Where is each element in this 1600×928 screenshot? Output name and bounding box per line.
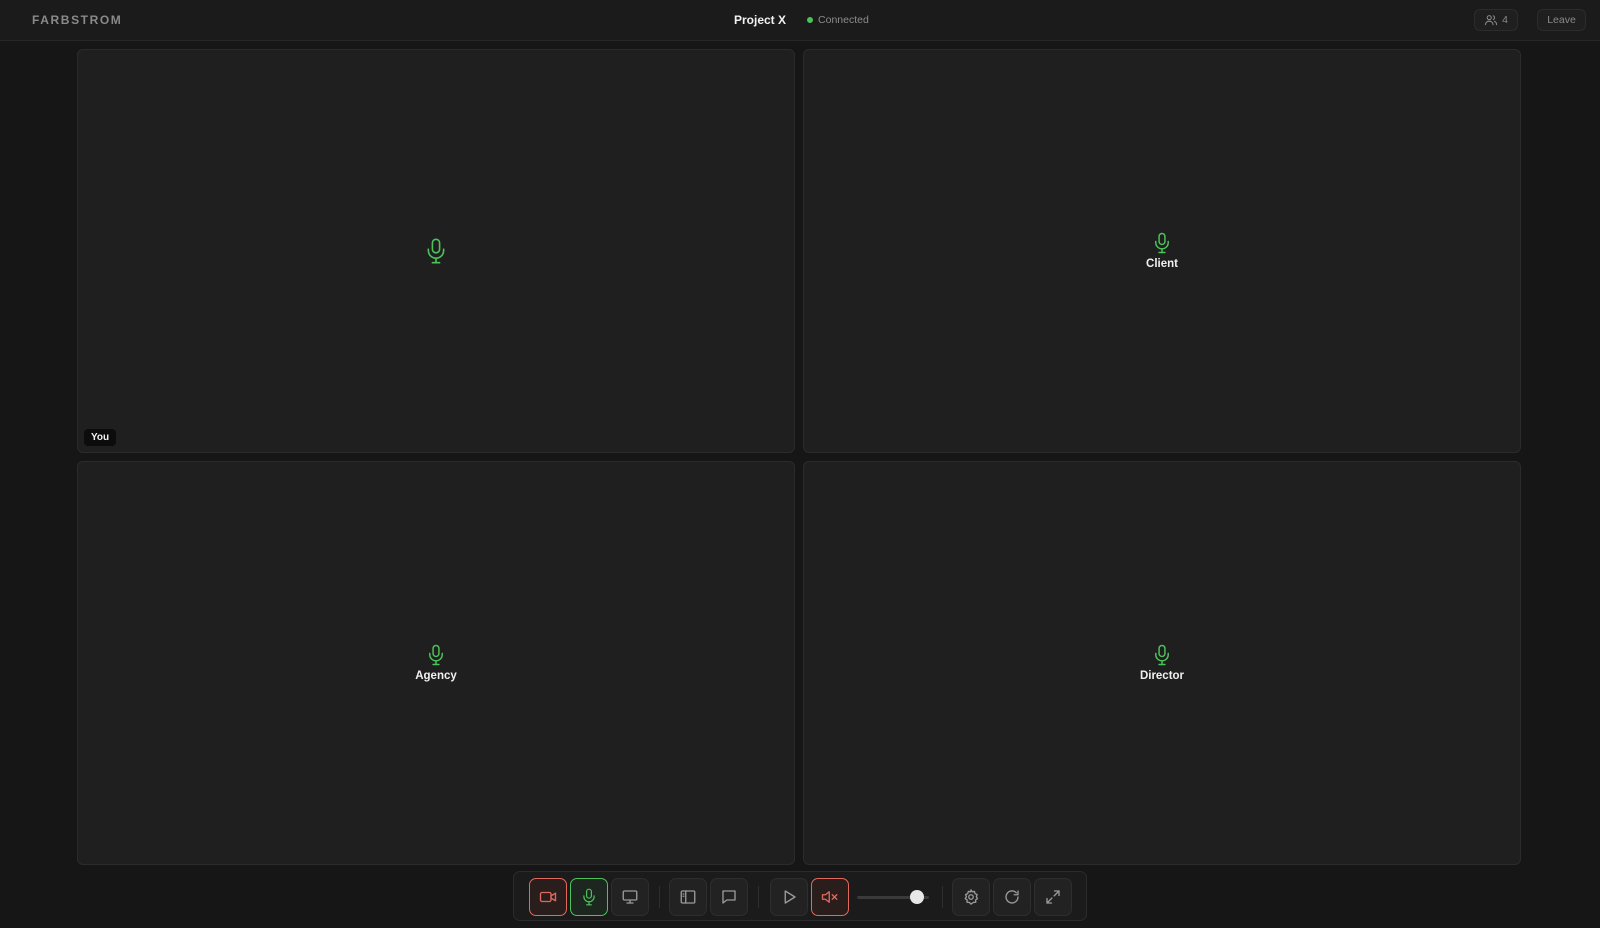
microphone-icon bbox=[427, 238, 445, 264]
project-title: Project X bbox=[734, 13, 787, 27]
toolbar-divider bbox=[758, 886, 759, 908]
refresh-button[interactable] bbox=[993, 878, 1031, 916]
microphone-icon bbox=[429, 644, 443, 666]
chat-button[interactable] bbox=[710, 878, 748, 916]
camera-toggle-button[interactable] bbox=[529, 878, 567, 916]
participant-name: Agency bbox=[415, 670, 457, 682]
session-info: Project X Connected bbox=[734, 13, 869, 27]
microphone-icon bbox=[1155, 232, 1169, 254]
video-tile-you: You bbox=[77, 49, 795, 453]
leave-button[interactable]: Leave bbox=[1537, 9, 1586, 31]
self-badge: You bbox=[84, 429, 117, 446]
settings-icon bbox=[964, 889, 979, 905]
participant-count: 4 bbox=[1502, 14, 1508, 26]
participant-name: Director bbox=[1139, 670, 1185, 682]
video-tile-director: Director bbox=[803, 461, 1521, 865]
mic-toggle-button[interactable] bbox=[570, 878, 608, 916]
connection-status: Connected bbox=[807, 14, 869, 26]
status-text: Connected bbox=[818, 14, 869, 26]
video-tile-agency: Agency bbox=[77, 461, 795, 865]
video-camera-icon bbox=[539, 891, 557, 903]
tile-content bbox=[78, 238, 794, 265]
tile-content: Agency bbox=[78, 644, 794, 682]
sidebar-icon bbox=[680, 890, 696, 904]
screen-share-icon bbox=[622, 890, 638, 904]
chat-icon bbox=[722, 890, 736, 904]
participant-name: Client bbox=[1146, 258, 1178, 270]
volume-muted-icon bbox=[821, 891, 838, 903]
tile-content: Director bbox=[804, 644, 1520, 682]
settings-button[interactable] bbox=[952, 878, 990, 916]
participants-button[interactable]: 4 bbox=[1474, 9, 1518, 31]
video-tile-client: Client bbox=[803, 49, 1521, 453]
screen-share-button[interactable] bbox=[611, 878, 649, 916]
status-dot bbox=[807, 17, 814, 23]
speaker-mute-button[interactable] bbox=[811, 878, 849, 916]
microphone-icon bbox=[1155, 644, 1169, 666]
toolbar-divider bbox=[942, 886, 943, 908]
top-bar: FARBSTROM Project X Connected 4 Leave bbox=[0, 0, 1600, 41]
volume-slider-thumb[interactable] bbox=[910, 890, 924, 904]
tile-content: Client bbox=[804, 232, 1520, 270]
microphone-icon bbox=[583, 888, 595, 906]
fullscreen-icon bbox=[1046, 890, 1060, 904]
fullscreen-button[interactable] bbox=[1034, 878, 1072, 916]
play-button[interactable] bbox=[770, 878, 808, 916]
users-icon bbox=[1485, 15, 1498, 26]
toolbar-divider bbox=[659, 886, 660, 908]
play-icon bbox=[784, 890, 796, 904]
refresh-icon bbox=[1005, 890, 1019, 904]
sidebar-toggle-button[interactable] bbox=[669, 878, 707, 916]
brand-logo: FARBSTROM bbox=[32, 13, 123, 27]
call-controls-toolbar bbox=[513, 871, 1087, 921]
volume-slider[interactable] bbox=[857, 890, 929, 904]
